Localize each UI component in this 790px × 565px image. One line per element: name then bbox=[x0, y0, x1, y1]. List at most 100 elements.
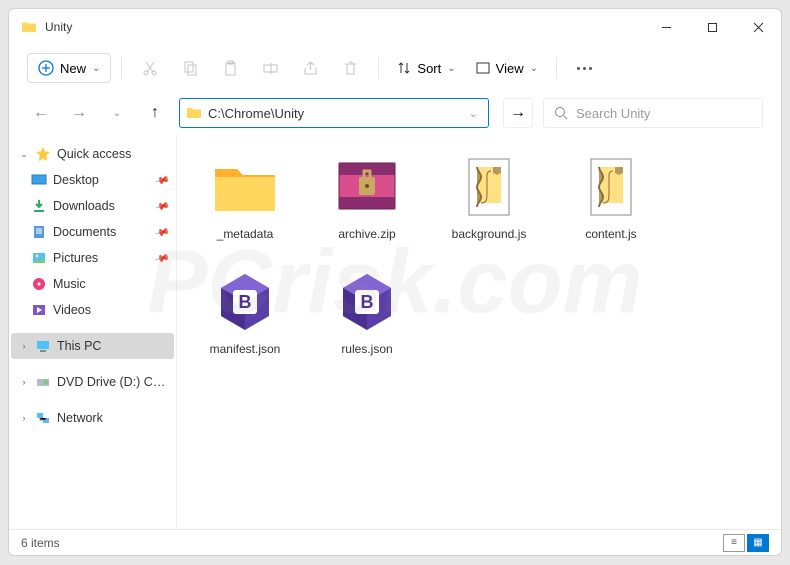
forward-button[interactable]: → bbox=[65, 99, 93, 127]
view-label: View bbox=[496, 61, 524, 76]
view-button[interactable]: View ⌄ bbox=[468, 53, 546, 83]
up-button[interactable]: ↑ bbox=[141, 99, 169, 127]
sidebar-item-downloads[interactable]: Downloads 📌 bbox=[11, 193, 174, 219]
sort-label: Sort bbox=[417, 61, 441, 76]
cut-button[interactable] bbox=[132, 53, 168, 83]
sidebar-this-pc[interactable]: › This PC bbox=[11, 333, 174, 359]
plus-circle-icon bbox=[38, 60, 54, 76]
music-icon bbox=[31, 276, 47, 292]
folder-icon bbox=[209, 151, 281, 223]
sidebar-label: Downloads bbox=[53, 199, 150, 213]
file-label: archive.zip bbox=[338, 227, 395, 242]
dvd-icon bbox=[35, 374, 51, 390]
sidebar-label: This PC bbox=[57, 339, 166, 353]
rename-icon bbox=[262, 60, 279, 77]
explorer-window: Unity New ⌄ Sort ⌄ View ⌄ bbox=[8, 8, 782, 556]
delete-button[interactable] bbox=[332, 53, 368, 83]
file-item[interactable]: _metadata bbox=[189, 145, 301, 248]
maximize-button[interactable] bbox=[689, 9, 735, 45]
go-button[interactable]: → bbox=[503, 98, 533, 128]
view-icon bbox=[476, 61, 490, 75]
statusbar: 6 items ≡ ▦ bbox=[9, 529, 781, 555]
sidebar-label: DVD Drive (D:) CCCC bbox=[57, 375, 166, 389]
pin-icon: 📌 bbox=[154, 173, 168, 188]
window-controls bbox=[643, 9, 781, 45]
svg-text:B: B bbox=[361, 292, 374, 312]
file-item[interactable]: Brules.json bbox=[311, 260, 423, 363]
chevron-down-icon[interactable]: ⌄ bbox=[465, 107, 482, 120]
folder-icon bbox=[21, 19, 37, 35]
computer-icon bbox=[35, 338, 51, 354]
address-path: C:\Chrome\Unity bbox=[208, 106, 465, 121]
desktop-icon bbox=[31, 172, 47, 188]
js-icon bbox=[453, 151, 525, 223]
sidebar-item-pictures[interactable]: Pictures 📌 bbox=[11, 245, 174, 271]
json-icon: B bbox=[209, 266, 281, 338]
files-area: _metadata archive.zip background.js content… bbox=[177, 135, 781, 529]
chevron-down-icon: ⌄ bbox=[530, 63, 538, 74]
scissors-icon bbox=[142, 60, 159, 77]
file-label: content.js bbox=[585, 227, 636, 242]
sidebar-quick-access[interactable]: ⌄ Quick access bbox=[11, 141, 174, 167]
file-item[interactable]: background.js bbox=[433, 145, 545, 248]
file-item[interactable]: archive.zip bbox=[311, 145, 423, 248]
more-button[interactable] bbox=[567, 67, 602, 70]
address-bar: ← → ⌄ ↑ C:\Chrome\Unity ⌄ → Search Unity bbox=[9, 91, 781, 135]
pin-icon: 📌 bbox=[154, 199, 168, 214]
copy-icon bbox=[182, 60, 199, 77]
file-label: _metadata bbox=[217, 227, 274, 242]
folder-icon bbox=[186, 105, 202, 121]
trash-icon bbox=[342, 60, 359, 77]
file-item[interactable]: Bmanifest.json bbox=[189, 260, 301, 363]
item-count: 6 items bbox=[21, 536, 60, 550]
minimize-button[interactable] bbox=[643, 9, 689, 45]
sidebar-dvd-drive[interactable]: › DVD Drive (D:) CCCC bbox=[11, 369, 174, 395]
sort-button[interactable]: Sort ⌄ bbox=[389, 53, 463, 83]
new-label: New bbox=[60, 61, 86, 76]
svg-text:B: B bbox=[239, 292, 252, 312]
sidebar-item-desktop[interactable]: Desktop 📌 bbox=[11, 167, 174, 193]
sidebar-label: Pictures bbox=[53, 251, 150, 265]
sidebar-label: Documents bbox=[53, 225, 150, 239]
icons-layout-button[interactable]: ▦ bbox=[747, 534, 769, 552]
rename-button[interactable] bbox=[252, 53, 288, 83]
sidebar-label: Network bbox=[57, 411, 166, 425]
file-item[interactable]: content.js bbox=[555, 145, 667, 248]
search-placeholder: Search Unity bbox=[576, 106, 650, 121]
sidebar-label: Music bbox=[53, 277, 166, 291]
sidebar-item-videos[interactable]: Videos bbox=[11, 297, 174, 323]
new-button[interactable]: New ⌄ bbox=[27, 53, 111, 83]
close-button[interactable] bbox=[735, 9, 781, 45]
search-icon bbox=[554, 106, 568, 120]
copy-button[interactable] bbox=[172, 53, 208, 83]
chevron-down-icon: ⌄ bbox=[19, 149, 29, 160]
chevron-down-icon: ⌄ bbox=[92, 63, 100, 74]
sidebar-item-music[interactable]: Music bbox=[11, 271, 174, 297]
sidebar-item-documents[interactable]: Documents 📌 bbox=[11, 219, 174, 245]
share-icon bbox=[302, 60, 319, 77]
details-layout-button[interactable]: ≡ bbox=[723, 534, 745, 552]
search-input[interactable]: Search Unity bbox=[543, 98, 763, 128]
recent-button[interactable]: ⌄ bbox=[103, 99, 131, 127]
file-grid: _metadata archive.zip background.js content… bbox=[189, 145, 769, 363]
chevron-down-icon: ⌄ bbox=[447, 63, 455, 74]
sidebar: ⌄ Quick access Desktop 📌 Downloads 📌 Doc… bbox=[9, 135, 177, 529]
sort-icon bbox=[397, 61, 411, 75]
toolbar: New ⌄ Sort ⌄ View ⌄ bbox=[9, 45, 781, 91]
sidebar-network[interactable]: › Network bbox=[11, 405, 174, 431]
share-button[interactable] bbox=[292, 53, 328, 83]
chevron-right-icon: › bbox=[19, 341, 29, 351]
pin-icon: 📌 bbox=[154, 251, 168, 266]
downloads-icon bbox=[31, 198, 47, 214]
chevron-right-icon: › bbox=[19, 413, 29, 423]
star-icon bbox=[35, 146, 51, 162]
pin-icon: 📌 bbox=[154, 225, 168, 240]
back-button[interactable]: ← bbox=[27, 99, 55, 127]
clipboard-icon bbox=[222, 60, 239, 77]
address-input[interactable]: C:\Chrome\Unity ⌄ bbox=[179, 98, 489, 128]
paste-button[interactable] bbox=[212, 53, 248, 83]
file-label: rules.json bbox=[341, 342, 392, 357]
documents-icon bbox=[31, 224, 47, 240]
file-label: background.js bbox=[452, 227, 527, 242]
sidebar-label: Quick access bbox=[57, 147, 166, 161]
